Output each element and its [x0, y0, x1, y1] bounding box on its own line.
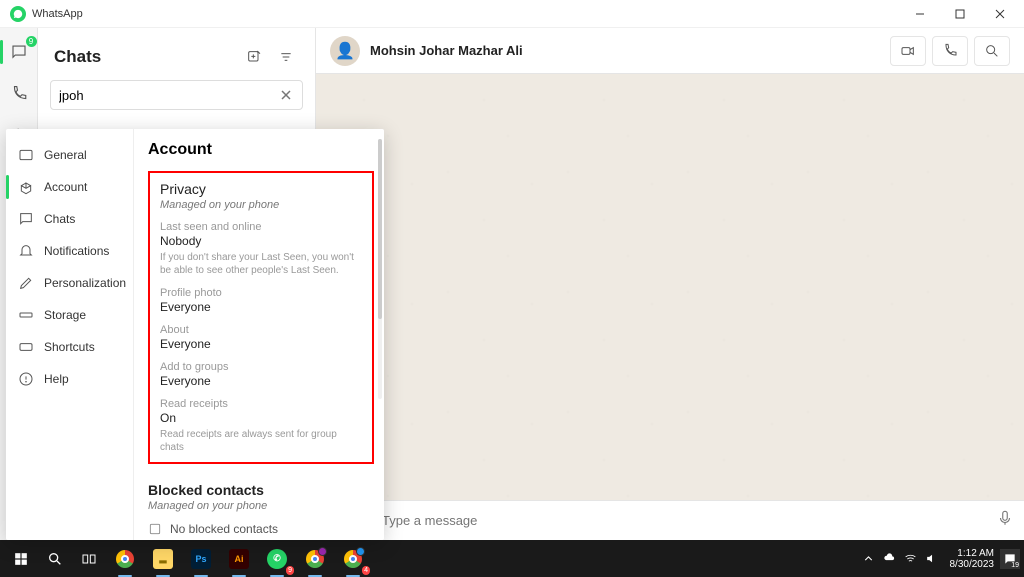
settings-nav-notifications[interactable]: Notifications: [6, 235, 133, 267]
taskbar-file-explorer[interactable]: ▂: [145, 545, 181, 573]
whatsapp-logo-icon: [10, 6, 26, 22]
search-input[interactable]: [59, 88, 278, 103]
taskbar-search-button[interactable]: [38, 540, 72, 577]
taskbar-photoshop[interactable]: Ps: [183, 545, 219, 573]
taskbar-clock[interactable]: 1:12 AM 8/30/2023: [950, 548, 995, 570]
taskbar-chrome-1[interactable]: [107, 545, 143, 573]
settings-nav-personalization[interactable]: Personalization: [6, 267, 133, 299]
settings-nav-help[interactable]: Help: [6, 363, 133, 395]
groups-label: Add to groups: [160, 361, 362, 373]
filter-button[interactable]: [273, 44, 299, 70]
privacy-heading: Privacy: [160, 181, 362, 197]
start-button[interactable]: [4, 540, 38, 577]
taskbar-whatsapp[interactable]: ✆9: [259, 545, 295, 573]
video-call-button[interactable]: [890, 36, 926, 66]
tray-wifi-icon[interactable]: [904, 552, 917, 565]
new-chat-button[interactable]: [241, 44, 267, 70]
privacy-managed-note: Managed on your phone: [160, 199, 362, 211]
taskbar-chrome-3-badge: 4: [362, 566, 370, 575]
clock-date: 8/30/2023: [950, 559, 995, 570]
blocked-empty-icon: [148, 522, 162, 536]
settings-page-title: Account: [148, 141, 384, 159]
privacy-section-highlight: Privacy Managed on your phone Last seen …: [148, 171, 374, 464]
system-tray[interactable]: [862, 552, 944, 565]
last-seen-note: If you don't share your Last Seen, you w…: [160, 251, 362, 277]
settings-nav-profile[interactable]: Profile: [6, 535, 133, 540]
taskbar-whatsapp-badge: 9: [286, 566, 294, 575]
voice-call-button[interactable]: [932, 36, 968, 66]
mic-icon[interactable]: [996, 509, 1014, 532]
window-titlebar: WhatsApp: [0, 0, 1024, 28]
settings-nav-shortcuts[interactable]: Shortcuts: [6, 331, 133, 363]
settings-nav-account[interactable]: Account: [6, 171, 133, 203]
window-minimize-button[interactable]: [900, 0, 940, 28]
chats-heading: Chats: [54, 47, 235, 67]
blocked-managed-note: Managed on your phone: [148, 500, 370, 512]
tray-volume-icon[interactable]: [925, 552, 938, 565]
rail-chats-button[interactable]: 9: [7, 40, 31, 64]
rail-calls-button[interactable]: [7, 82, 31, 106]
search-box[interactable]: [50, 80, 303, 110]
message-composer: [316, 500, 1024, 540]
profile-photo-value: Everyone: [160, 300, 362, 314]
search-in-chat-button[interactable]: [974, 36, 1010, 66]
settings-nav-chats[interactable]: Chats: [6, 203, 133, 235]
settings-content: Account Privacy Managed on your phone La…: [134, 129, 384, 540]
about-label: About: [160, 324, 362, 336]
rail-chats-badge: 9: [26, 36, 37, 47]
taskbar-illustrator[interactable]: Ai: [221, 545, 257, 573]
notification-count: 19: [1011, 562, 1019, 569]
action-center-button[interactable]: 19: [1000, 549, 1020, 569]
chat-header: 👤 Mohsin Johar Mazhar Ali: [316, 28, 1024, 74]
profile-photo-label: Profile photo: [160, 287, 362, 299]
blocked-heading: Blocked contacts: [148, 482, 370, 498]
taskbar-chrome-2[interactable]: [297, 545, 333, 573]
settings-popup: General Account Chats Notifications Pers…: [6, 129, 384, 540]
settings-nav: General Account Chats Notifications Pers…: [6, 129, 134, 540]
message-input[interactable]: [382, 513, 986, 528]
blocked-empty-row: No blocked contacts: [148, 522, 370, 536]
blocked-empty-label: No blocked contacts: [170, 522, 278, 536]
about-value: Everyone: [160, 337, 362, 351]
window-maximize-button[interactable]: [940, 0, 980, 28]
contact-name[interactable]: Mohsin Johar Mazhar Ali: [370, 43, 884, 58]
last-seen-label: Last seen and online: [160, 221, 362, 233]
receipts-value: On: [160, 411, 362, 425]
tray-chevron-icon[interactable]: [862, 552, 875, 565]
tray-cloud-icon[interactable]: [883, 552, 896, 565]
last-seen-value: Nobody: [160, 234, 362, 248]
scrollbar-thumb[interactable]: [378, 139, 382, 319]
receipts-note: Read receipts are always sent for group …: [160, 428, 362, 454]
task-view-button[interactable]: [72, 540, 106, 577]
clock-time: 1:12 AM: [957, 548, 994, 559]
groups-value: Everyone: [160, 374, 362, 388]
app-title: WhatsApp: [32, 8, 83, 20]
taskbar-chrome-3[interactable]: 4: [335, 545, 371, 573]
settings-nav-storage[interactable]: Storage: [6, 299, 133, 331]
receipts-label: Read receipts: [160, 398, 362, 410]
chat-area: 👤 Mohsin Johar Mazhar Ali: [316, 28, 1024, 540]
window-close-button[interactable]: [980, 0, 1020, 28]
search-clear-button[interactable]: [278, 87, 294, 103]
contact-avatar[interactable]: 👤: [330, 36, 360, 66]
windows-taskbar: ▂ Ps Ai ✆9 4 1:12 AM 8/30/2023 19: [0, 540, 1024, 577]
settings-nav-general[interactable]: General: [6, 139, 133, 171]
